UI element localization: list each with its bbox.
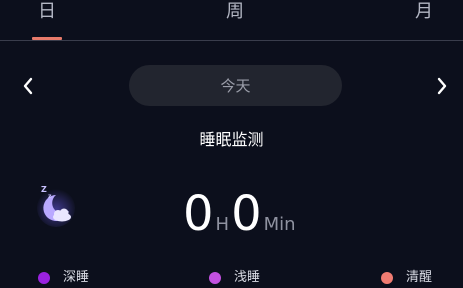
sleep-duration: 0 H 0 Min (183, 186, 298, 242)
date-selector-label: 今天 (220, 77, 251, 95)
section-title: 睡眠监测 (199, 130, 264, 149)
tab-month[interactable]: 月 (415, 0, 433, 41)
sleep-moon-icon: Z z (37, 185, 75, 227)
legend-light-sleep: 浅睡 (209, 268, 260, 288)
legend-dot (38, 272, 50, 284)
chevron-right-icon (437, 77, 447, 95)
date-selector[interactable]: 今天 (129, 65, 342, 106)
legend-label: 深睡 (63, 270, 90, 285)
tab-month-label: 月 (415, 1, 433, 22)
chevron-left-icon (23, 77, 33, 95)
legend-dot (381, 272, 393, 284)
duration-hours: 0 (183, 186, 214, 242)
tab-day-label: 日 (38, 1, 56, 22)
next-day-button[interactable] (432, 76, 452, 96)
legend-dot (209, 272, 221, 284)
legend-awake: 清醒 (381, 268, 432, 288)
legend-deep-sleep: 深睡 (38, 268, 89, 288)
duration-minutes-unit: Min (263, 214, 296, 235)
tab-week-label: 周 (226, 1, 244, 22)
tab-week[interactable]: 周 (226, 0, 244, 41)
sleep-monitor-screen: 日 周 月 今天 睡眠监测 Z z 0 H 0 Min 深睡 浅睡 清醒 (0, 0, 463, 288)
tab-day[interactable]: 日 (38, 0, 56, 41)
duration-minutes: 0 (231, 186, 262, 242)
svg-text:Z: Z (41, 185, 47, 194)
previous-day-button[interactable] (18, 76, 38, 96)
legend-label: 浅睡 (234, 270, 261, 285)
duration-hours-unit: H (215, 214, 230, 235)
svg-text:z: z (48, 193, 52, 200)
tabs-divider (0, 40, 463, 41)
period-tabs: 日 周 月 (0, 0, 463, 42)
legend-label: 清醒 (406, 270, 433, 285)
